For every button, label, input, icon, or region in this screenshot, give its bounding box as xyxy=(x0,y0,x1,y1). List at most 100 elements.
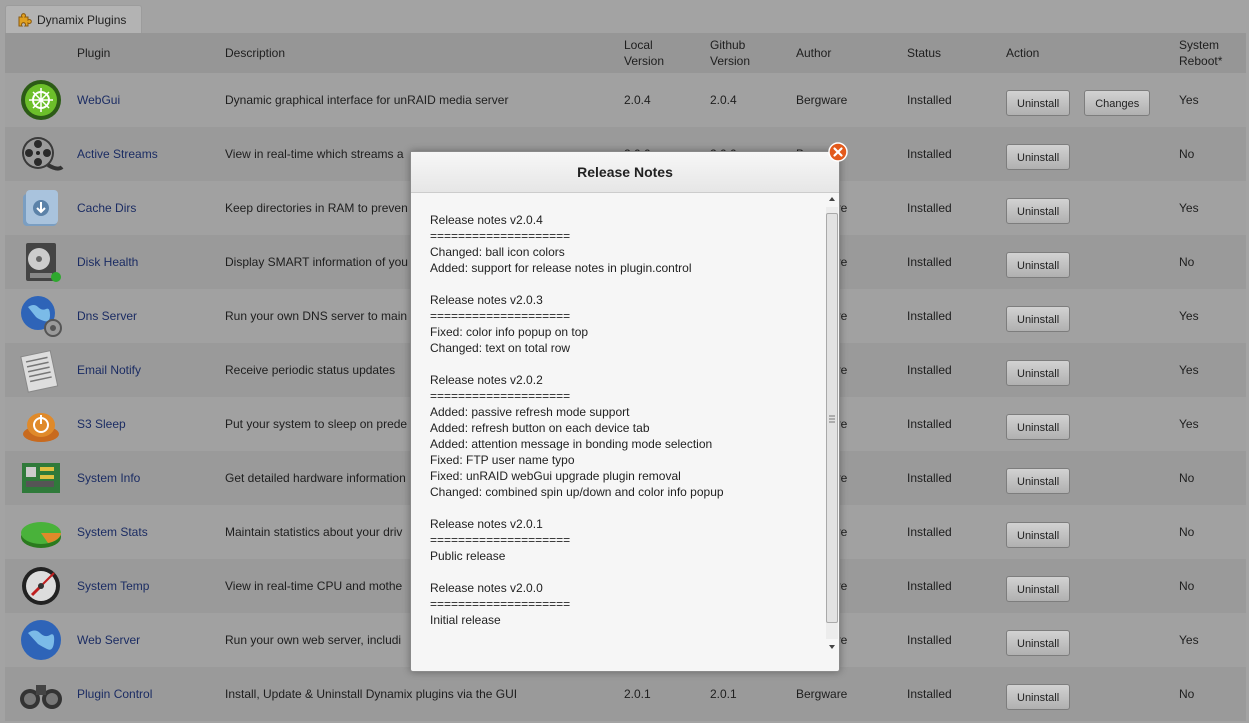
plugin-name-link[interactable]: S3 Sleep xyxy=(77,417,126,431)
release-note-line: Changed: combined spin up/down and color… xyxy=(430,485,724,499)
plugin-status: Installed xyxy=(907,235,1006,289)
table-row: Plugin Control Install, Update & Uninstal… xyxy=(5,667,1246,721)
webgui-icon xyxy=(18,77,64,123)
plugin-actions: Uninstall xyxy=(1006,505,1179,559)
plugin-github-version: 2.0.1 xyxy=(710,667,796,721)
plugin-author: Bergware xyxy=(796,667,907,721)
header-system-reboot: System Reboot* xyxy=(1179,33,1246,73)
uninstall-button[interactable]: Uninstall xyxy=(1006,414,1071,440)
plugin-reboot: No xyxy=(1179,667,1246,721)
plugin-status: Installed xyxy=(907,181,1006,235)
tab-dynamix-plugins[interactable]: Dynamix Plugins xyxy=(5,5,142,33)
close-icon[interactable] xyxy=(828,142,848,162)
plugin-status: Installed xyxy=(907,289,1006,343)
release-note-line: ==================== xyxy=(430,309,571,323)
uninstall-button[interactable]: Uninstall xyxy=(1006,522,1071,548)
plugin-reboot: No xyxy=(1179,127,1246,181)
scroll-down-arrow-icon[interactable] xyxy=(825,641,839,653)
plugin-name-cell: Plugin Control xyxy=(77,667,225,721)
uninstall-button[interactable]: Uninstall xyxy=(1006,144,1071,170)
plugin-name-link[interactable]: Dns Server xyxy=(77,309,137,323)
plugin-description: Install, Update & Uninstall Dynamix plug… xyxy=(225,667,624,721)
plugin-icon-cell xyxy=(5,289,77,343)
plugin-name-link[interactable]: System Stats xyxy=(77,525,148,539)
table-header-row: Plugin Description Local Version Github Ve… xyxy=(5,33,1246,73)
plugin-reboot: No xyxy=(1179,235,1246,289)
plugin-actions: Uninstall xyxy=(1006,289,1179,343)
release-note-line: Release notes v2.0.4 xyxy=(430,213,543,227)
uninstall-button[interactable]: Uninstall xyxy=(1006,630,1071,656)
uninstall-button[interactable]: Uninstall xyxy=(1006,684,1071,710)
plugin-icon-cell xyxy=(5,451,77,505)
plugin-icon-cell xyxy=(5,181,77,235)
release-note-line: Initial release xyxy=(430,613,501,627)
header-status: Status xyxy=(907,33,1006,73)
plugin-name-cell: Dns Server xyxy=(77,289,225,343)
header-action: Action xyxy=(1006,33,1179,73)
release-note-line: Fixed: color info popup on top xyxy=(430,325,589,339)
uninstall-button[interactable]: Uninstall xyxy=(1006,360,1071,386)
release-notes-dialog: Release Notes Release notes v2.0.4 ======… xyxy=(410,151,840,672)
release-note-block: Release notes v2.0.0 ====================… xyxy=(430,580,820,628)
binoculars-icon xyxy=(18,671,64,717)
uninstall-button[interactable]: Uninstall xyxy=(1006,306,1071,332)
header-icon xyxy=(5,33,77,73)
plugin-icon-cell xyxy=(5,73,77,127)
uninstall-button[interactable]: Uninstall xyxy=(1006,576,1071,602)
plugin-name-link[interactable]: Disk Health xyxy=(77,255,138,269)
changes-button[interactable]: Changes xyxy=(1084,90,1151,116)
release-note-block: Release notes v2.0.2 ====================… xyxy=(430,372,820,500)
plugin-actions: Uninstall xyxy=(1006,181,1179,235)
plugin-reboot: Yes xyxy=(1179,343,1246,397)
plugin-name-link[interactable]: Cache Dirs xyxy=(77,201,136,215)
plugin-name-link[interactable]: Email Notify xyxy=(77,363,141,377)
plugin-reboot: Yes xyxy=(1179,73,1246,127)
hard-disk-icon xyxy=(18,239,64,285)
plugin-name-cell: System Info xyxy=(77,451,225,505)
film-reel-icon xyxy=(18,131,64,177)
plugin-name-link[interactable]: WebGui xyxy=(77,93,120,107)
plugin-actions: Uninstall xyxy=(1006,613,1179,667)
release-note-block: Release notes v2.0.1 ====================… xyxy=(430,516,820,564)
uninstall-button[interactable]: Uninstall xyxy=(1006,252,1071,278)
uninstall-button[interactable]: Uninstall xyxy=(1006,90,1071,116)
plugin-name-link[interactable]: Active Streams xyxy=(77,147,158,161)
plugin-status: Installed xyxy=(907,667,1006,721)
plugin-description: Dynamic graphical interface for unRAID m… xyxy=(225,73,624,127)
plugin-icon-cell xyxy=(5,613,77,667)
folder-download-icon xyxy=(18,185,64,231)
plugin-actions: Uninstall xyxy=(1006,127,1179,181)
plugin-reboot: Yes xyxy=(1179,397,1246,451)
release-note-line: Added: refresh button on each device tab xyxy=(430,421,650,435)
plugin-actions: Uninstall Changes xyxy=(1006,73,1179,127)
scrollbar[interactable] xyxy=(825,193,839,653)
release-note-line: Added: attention message in bonding mode… xyxy=(430,437,713,451)
header-description: Description xyxy=(225,33,624,73)
plugin-actions: Uninstall xyxy=(1006,667,1179,721)
scrollbar-thumb[interactable] xyxy=(826,213,838,623)
plugin-actions: Uninstall xyxy=(1006,451,1179,505)
release-note-line: Public release xyxy=(430,549,506,563)
uninstall-button[interactable]: Uninstall xyxy=(1006,198,1071,224)
plugin-name-cell: Cache Dirs xyxy=(77,181,225,235)
release-note-block: Release notes v2.0.3 ====================… xyxy=(430,292,820,356)
scroll-up-arrow-icon[interactable] xyxy=(825,193,839,205)
table-row: WebGui Dynamic graphical interface for un… xyxy=(5,73,1246,127)
plugin-name-cell: S3 Sleep xyxy=(77,397,225,451)
plugin-name-link[interactable]: Web Server xyxy=(77,633,140,647)
plugin-name-link[interactable]: System Info xyxy=(77,471,140,485)
plugin-github-version: 2.0.4 xyxy=(710,73,796,127)
release-notes-content: Release notes v2.0.4 ====================… xyxy=(430,212,820,662)
plugin-name-link[interactable]: System Temp xyxy=(77,579,149,593)
header-plugin: Plugin xyxy=(77,33,225,73)
plugin-icon-cell xyxy=(5,343,77,397)
release-note-line: ==================== xyxy=(430,229,571,243)
release-note-line: Fixed: FTP user name typo xyxy=(430,453,575,467)
plugin-reboot: No xyxy=(1179,451,1246,505)
globe-icon xyxy=(18,617,64,663)
plugin-actions: Uninstall xyxy=(1006,343,1179,397)
plugin-name-link[interactable]: Plugin Control xyxy=(77,687,152,701)
motherboard-icon xyxy=(18,455,64,501)
uninstall-button[interactable]: Uninstall xyxy=(1006,468,1071,494)
plugin-status: Installed xyxy=(907,397,1006,451)
